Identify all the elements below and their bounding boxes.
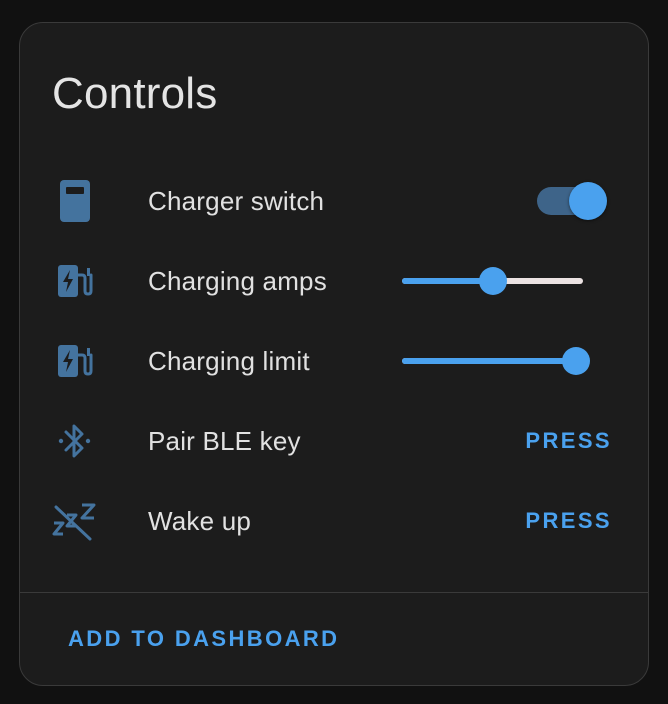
ev-charger-icon bbox=[50, 178, 100, 224]
controls-card: Controls Charger switch Charging amps Ch… bbox=[19, 22, 649, 686]
control-row-charging-amps: Charging amps bbox=[20, 246, 648, 316]
charger-switch-toggle[interactable] bbox=[537, 182, 607, 220]
control-row-charger-switch: Charger switch bbox=[20, 166, 648, 236]
toggle-thumb[interactable] bbox=[569, 182, 607, 220]
slider-fill bbox=[402, 358, 576, 364]
add-to-dashboard-button[interactable]: ADD TO DASHBOARD bbox=[68, 617, 339, 661]
wake-up-label: Wake up bbox=[148, 506, 252, 536]
pair-ble-key-press-button[interactable]: PRESS bbox=[525, 406, 612, 476]
control-row-charging-limit: Charging limit bbox=[20, 326, 648, 396]
card-title: Controls bbox=[52, 69, 218, 118]
slider-knob[interactable] bbox=[478, 267, 507, 295]
slider-knob[interactable] bbox=[561, 347, 590, 375]
ev-station-icon bbox=[50, 258, 100, 304]
pair-ble-key-label: Pair BLE key bbox=[148, 426, 301, 456]
sleep-off-icon bbox=[50, 498, 100, 544]
bluetooth-icon bbox=[50, 418, 100, 464]
control-row-pair-ble-key: Pair BLE key PRESS bbox=[20, 406, 648, 476]
wake-up-press-button[interactable]: PRESS bbox=[525, 486, 612, 556]
charging-limit-label: Charging limit bbox=[148, 346, 310, 376]
charging-amps-slider[interactable] bbox=[402, 267, 583, 295]
control-row-wake-up: Wake up PRESS bbox=[20, 486, 648, 556]
card-divider bbox=[20, 592, 648, 593]
ev-station-icon bbox=[50, 338, 100, 384]
charger-switch-label: Charger switch bbox=[148, 186, 325, 216]
charging-limit-slider[interactable] bbox=[402, 347, 590, 375]
charging-amps-label: Charging amps bbox=[148, 266, 327, 296]
